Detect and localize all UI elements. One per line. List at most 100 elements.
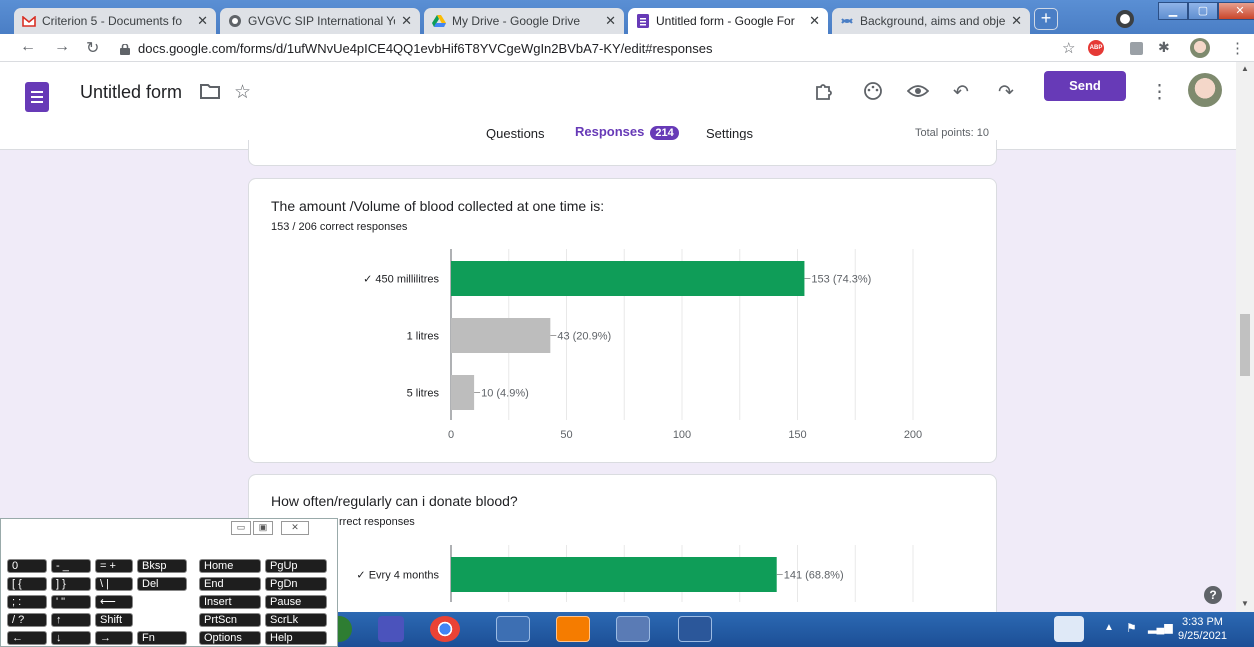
osk-key[interactable]: End: [199, 577, 261, 591]
puzzle-icon[interactable]: ✱: [1158, 39, 1170, 56]
adblock-icon[interactable]: ABP: [1088, 40, 1104, 56]
tab-responses[interactable]: Responses 214: [575, 124, 679, 140]
responses-count-badge: 214: [650, 126, 679, 140]
tab-questions[interactable]: Questions: [486, 126, 545, 141]
osk-key[interactable]: Bksp: [137, 559, 187, 573]
question-card: The amount /Volume of blood collected at…: [248, 178, 997, 463]
tray-expand-icon[interactable]: ▲: [1104, 622, 1114, 633]
pen-tool-icon[interactable]: [1054, 616, 1084, 642]
folder-icon[interactable]: [200, 83, 220, 105]
osk-key[interactable]: ←: [7, 631, 47, 645]
browser-tab[interactable]: My Drive - Google Drive ✕: [424, 8, 624, 34]
osk-close-icon[interactable]: ✕: [281, 521, 309, 535]
chart-bar: [451, 557, 777, 592]
reload-icon[interactable]: ↻: [86, 38, 99, 58]
osk-key[interactable]: [ {: [7, 577, 47, 591]
osk-key[interactable]: ; :: [7, 595, 47, 609]
osk-key[interactable]: Shift: [95, 613, 133, 627]
browser-toolbar: ← → ↻ docs.google.com/forms/d/1ufWNvUe4p…: [0, 34, 1254, 62]
addon-puzzle-icon[interactable]: [814, 81, 834, 107]
osk-minimize-icon[interactable]: ▭: [231, 521, 251, 535]
osk-key[interactable]: ' ": [51, 595, 91, 609]
scroll-down-icon[interactable]: ▼: [1241, 599, 1249, 608]
osk-key[interactable]: ScrLk: [265, 613, 327, 627]
system-clock[interactable]: 3:33 PM 9/25/2021: [1178, 615, 1227, 643]
osk-key[interactable]: →: [95, 631, 133, 645]
close-icon[interactable]: ✕: [401, 13, 412, 29]
close-icon[interactable]: ✕: [605, 13, 616, 29]
scrollbar-thumb[interactable]: [1240, 314, 1250, 376]
browser-tab[interactable]: GVGVC SIP International Yo ✕: [220, 8, 420, 34]
osk-key[interactable]: Options: [199, 631, 261, 645]
chart-tick-label: 100: [673, 429, 691, 439]
osk-key[interactable]: Home: [199, 559, 261, 573]
screen-app-icon[interactable]: [616, 616, 650, 642]
osk-key[interactable]: \ |: [95, 577, 133, 591]
chart-data-label: 141 (68.8%): [784, 570, 844, 582]
scroll-up-icon[interactable]: ▲: [1241, 64, 1249, 73]
close-icon[interactable]: ✕: [1011, 13, 1022, 29]
osk-key[interactable]: ↑: [51, 613, 91, 627]
chrome-icon[interactable]: [430, 616, 460, 642]
browser-profile-icon[interactable]: [1116, 10, 1134, 28]
browser-tab[interactable]: Criterion 5 - Documents fo ✕: [14, 8, 216, 34]
word-icon[interactable]: [678, 616, 712, 642]
forms-logo-icon[interactable]: [25, 82, 49, 112]
more-options-icon[interactable]: ⋮: [1150, 81, 1169, 104]
flag-icon[interactable]: ⚑: [1126, 621, 1137, 635]
profile-avatar-icon[interactable]: [1190, 38, 1210, 58]
close-icon[interactable]: ✕: [197, 13, 208, 29]
osk-key[interactable]: / ?: [7, 613, 47, 627]
maximize-icon[interactable]: ▢: [1188, 2, 1218, 20]
osk-key[interactable]: PgUp: [265, 559, 327, 573]
osk-key[interactable]: ⟵: [95, 595, 133, 609]
osk-key[interactable]: PgDn: [265, 577, 327, 591]
browser-tab[interactable]: Background, aims and obje ✕: [832, 8, 1030, 34]
form-title[interactable]: Untitled form: [80, 82, 182, 103]
account-avatar[interactable]: [1188, 73, 1222, 107]
send-button[interactable]: Send: [1044, 71, 1126, 101]
osk-key[interactable]: PrtScn: [199, 613, 261, 627]
osk-key[interactable]: = +: [95, 559, 133, 573]
back-arrow-icon[interactable]: ←: [20, 38, 36, 56]
start-button-edge[interactable]: [338, 616, 352, 642]
redo-icon[interactable]: ↷: [998, 81, 1014, 104]
chart-data-label: 10 (4.9%): [481, 388, 529, 400]
signal-icon[interactable]: ▂▄▆: [1148, 621, 1173, 634]
osk-key[interactable]: - _: [51, 559, 91, 573]
palette-icon[interactable]: [863, 81, 883, 107]
address-bar[interactable]: docs.google.com/forms/d/1ufWNvUe4pICE4QQ…: [120, 38, 1050, 58]
osk-key[interactable]: Help: [265, 631, 327, 645]
tab-settings[interactable]: Settings: [706, 126, 753, 141]
chart-tick-label: 0: [448, 429, 454, 439]
globe-icon: [228, 14, 242, 28]
osk-key[interactable]: ] }: [51, 577, 91, 591]
browser-menu-icon[interactable]: ⋮: [1230, 39, 1245, 57]
osk-key[interactable]: 0: [7, 559, 47, 573]
osk-key[interactable]: ↓: [51, 631, 91, 645]
osk-key[interactable]: Pause: [265, 595, 327, 609]
new-tab-button[interactable]: +: [1034, 8, 1058, 30]
chart-tick-label: 150: [788, 429, 806, 439]
undo-icon[interactable]: ↶: [953, 81, 969, 104]
teams-icon[interactable]: [378, 616, 404, 642]
extension-icon[interactable]: [1130, 42, 1143, 55]
bookmark-star-icon[interactable]: ☆: [1062, 39, 1075, 57]
osk-key[interactable]: Insert: [199, 595, 261, 609]
window-app-icon[interactable]: [496, 616, 530, 642]
presentation-app-icon[interactable]: [556, 616, 590, 642]
osk-key[interactable]: Del: [137, 577, 187, 591]
help-icon[interactable]: ?: [1204, 586, 1222, 604]
forward-arrow-icon[interactable]: →: [54, 38, 70, 56]
page-scrollbar[interactable]: ▲ ▼: [1236, 62, 1254, 612]
osk-restore-icon[interactable]: ▣: [253, 521, 273, 535]
close-icon[interactable]: ✕: [809, 13, 820, 29]
preview-eye-icon[interactable]: [906, 81, 930, 107]
osk-key[interactable]: Fn: [137, 631, 187, 645]
window-close-icon[interactable]: ✕: [1218, 2, 1254, 20]
osk-window-controls: ▭ ▣ ✕: [231, 521, 309, 535]
minimize-icon[interactable]: ▁: [1158, 2, 1188, 20]
chart-category-label: ✓ 450 millilitres: [363, 274, 439, 286]
browser-tab-active[interactable]: Untitled form - Google For ✕: [628, 8, 828, 34]
star-icon[interactable]: ☆: [234, 81, 251, 104]
